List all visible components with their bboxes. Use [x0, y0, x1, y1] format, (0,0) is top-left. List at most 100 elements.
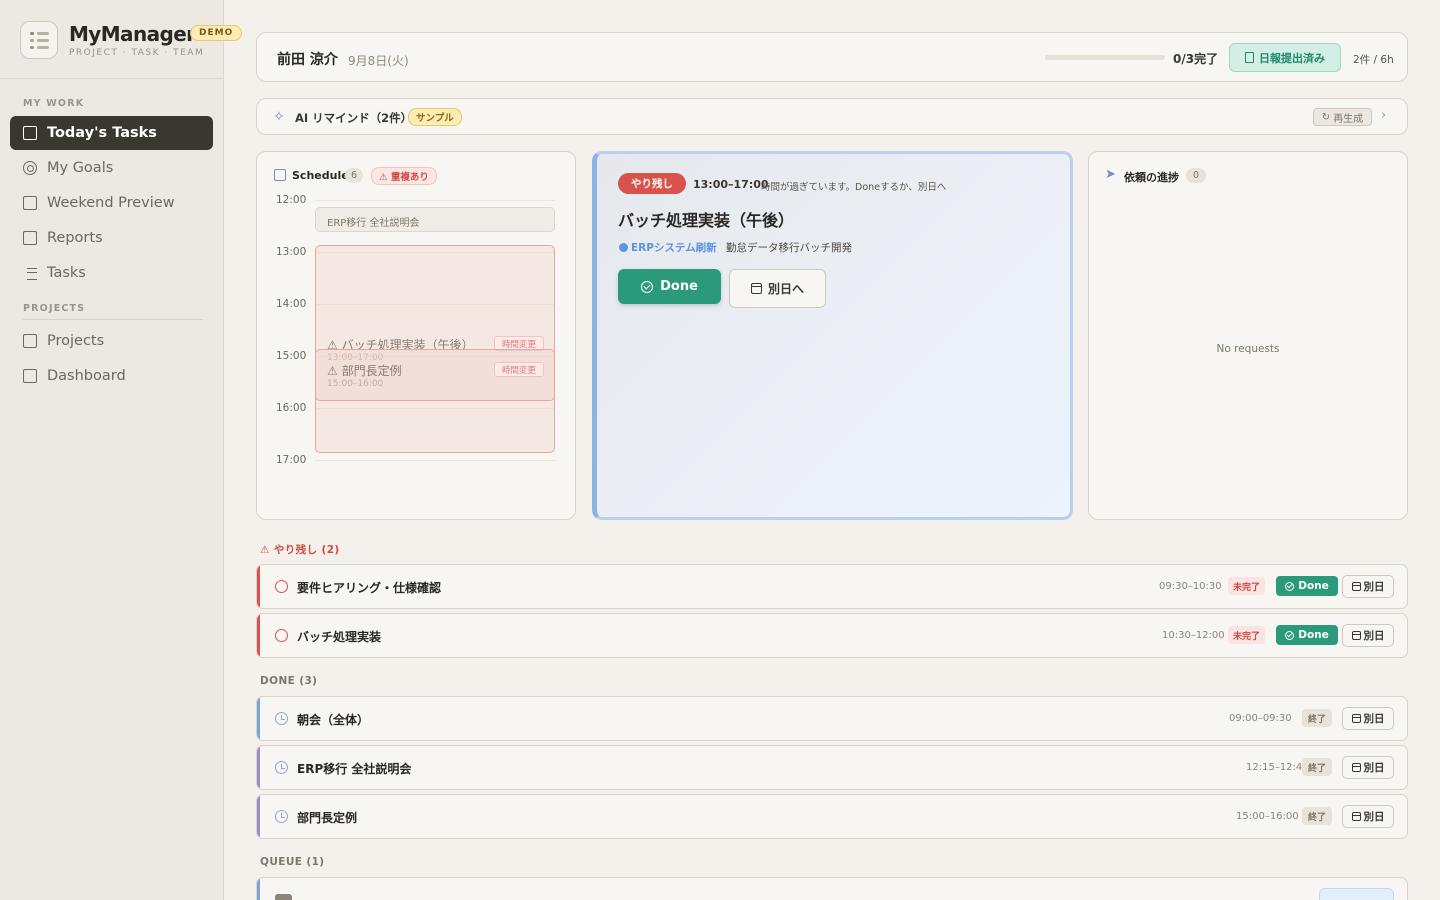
task-title: 部門長定例	[297, 811, 358, 825]
task-row[interactable]: 朝会（全体） 09:00–09:30 終了 別日	[256, 696, 1408, 741]
task-row[interactable]: ERP移行 全社説明会 12:15–12:45 終了 別日	[256, 745, 1408, 790]
task-row[interactable]: 部門長定例 15:00–16:00 終了 別日	[256, 794, 1408, 839]
regenerate-button[interactable]: ↻ 再生成	[1313, 108, 1372, 126]
task-title: バッチ処理実装	[297, 630, 382, 644]
sidebar-item-tasks[interactable]: Tasks	[10, 256, 213, 290]
send-icon: ➤	[1105, 167, 1116, 182]
task-row[interactable]: 要件ヒアリング・仕様確認 09:30–10:30 未完了 Done 別日	[256, 564, 1408, 609]
document-icon	[23, 126, 37, 140]
event-time: 15:00–16:00	[327, 379, 384, 389]
row-accent	[257, 614, 260, 657]
postpone-label: 別日	[1363, 762, 1385, 774]
postpone-button[interactable]: 別日	[1342, 756, 1394, 779]
calendar-icon	[1351, 582, 1361, 591]
app-logo-icon[interactable]	[20, 21, 58, 59]
clock-icon	[275, 761, 288, 774]
status-badge: 未完了	[1228, 626, 1265, 644]
sidebar-item-weekend-preview[interactable]: Weekend Preview	[10, 186, 213, 220]
check-circle-icon	[641, 280, 654, 293]
calendar-icon	[1351, 812, 1361, 821]
postpone-label: 別日	[1363, 630, 1385, 642]
status-badge: 未完了	[1228, 577, 1265, 595]
nav-section-my-work: MY WORK	[23, 98, 85, 109]
section-queue: QUEUE (1)	[260, 856, 325, 868]
done-button[interactable]: Done	[618, 269, 721, 304]
sample-badge: サンプル	[408, 108, 462, 126]
schedule-title: Schedule	[292, 169, 349, 182]
hour-gridline	[315, 460, 555, 461]
current-date: 9月8日(火)	[348, 54, 409, 68]
row-accent	[257, 697, 260, 740]
sidebar-item-reports[interactable]: Reports	[10, 221, 213, 255]
open-circle-icon[interactable]	[275, 629, 288, 642]
project-link[interactable]: ERPシステム刷新	[631, 240, 717, 255]
progress-bar	[1045, 55, 1165, 60]
hour-label: 16:00	[276, 402, 307, 414]
event-name: 部門長定例	[341, 364, 402, 378]
drag-handle-icon[interactable]	[275, 894, 292, 900]
task-row[interactable]: バッチ処理実装 10:30–12:00 未完了 Done 別日	[256, 613, 1408, 658]
overlap-badge: ⚠ 重複あり	[371, 167, 437, 185]
task-time: 10:30–12:00	[1162, 630, 1225, 641]
done-label: Done	[1298, 629, 1329, 641]
calendar-icon	[750, 283, 762, 294]
task-time: 12:15–12:45	[1246, 762, 1309, 773]
hour-label: 12:00	[276, 194, 307, 206]
folder-icon	[23, 334, 37, 348]
postpone-button[interactable]: 別日	[1342, 575, 1394, 598]
sidebar-item-label: Weekend Preview	[47, 195, 175, 211]
done-button[interactable]: Done	[1276, 625, 1338, 645]
row-accent	[257, 565, 260, 608]
status-badge: 終了	[1302, 807, 1332, 825]
task-time: 09:30–10:30	[1159, 581, 1222, 592]
grid-icon	[23, 369, 37, 383]
document-icon	[1245, 52, 1254, 63]
sparkle-icon: ✧	[273, 109, 285, 125]
open-circle-icon[interactable]	[275, 580, 288, 593]
section-leftover: ⚠ やり残し (2)	[260, 542, 340, 557]
overdue-note: 時間が過ぎています。Doneするか、別日へ	[761, 182, 947, 193]
sidebar-item-label: Reports	[47, 230, 103, 246]
hour-label: 14:00	[276, 298, 307, 310]
sidebar-item-dashboard[interactable]: Dashboard	[10, 359, 213, 393]
daily-report-label: 日報提出済み	[1259, 51, 1325, 65]
schedule-event[interactable]: ERP移行 全社説明会	[315, 207, 555, 232]
schedule-event[interactable]: ⚠ 部門長定例 15:00–16:00 時間変更	[315, 349, 555, 401]
row-accent	[257, 795, 260, 838]
hour-label: 13:00	[276, 246, 307, 258]
calendar-icon	[23, 196, 37, 210]
chevron-right-icon[interactable]: ›	[1381, 108, 1386, 123]
task-subtitle: 勤怠データ移行バッチ開発	[726, 242, 852, 254]
hours-summary: 2件 / 6h	[1353, 54, 1394, 66]
postpone-button[interactable]: 別日	[1342, 805, 1394, 828]
done-label: Done	[660, 279, 698, 294]
sidebar-item-label: Today's Tasks	[47, 125, 157, 141]
day-header: 前田 涼介 9月8日(火) 0/3完了 日報提出済み 2件 / 6h	[256, 32, 1408, 82]
calendar-icon	[1351, 763, 1361, 772]
ai-remind-bar[interactable]: ✧ AI リマインド（2件） サンプル ↻ 再生成 ›	[256, 98, 1408, 135]
requests-panel: ➤ 依頼の進捗 0 No requests	[1088, 151, 1408, 520]
sidebar-item-projects[interactable]: Projects	[10, 324, 213, 358]
done-button[interactable]: Done	[1276, 576, 1338, 596]
schedule-panel: Schedule 6 ⚠ 重複あり 12:00 13:00 14:00 15:0…	[256, 151, 576, 520]
time-change-tag: 時間変更	[494, 362, 544, 377]
done-label: Done	[1298, 580, 1329, 592]
calendar-icon	[274, 169, 286, 181]
status-badge: 終了	[1302, 758, 1332, 776]
postpone-button[interactable]: 別日	[1342, 707, 1394, 730]
requests-title: 依頼の進捗	[1124, 171, 1179, 184]
sidebar-item-my-goals[interactable]: My Goals	[10, 151, 213, 185]
start-button[interactable]	[1319, 888, 1394, 900]
task-time: 15:00–16:00	[1236, 811, 1299, 822]
empty-state: No requests	[1216, 343, 1280, 355]
row-accent	[257, 878, 260, 900]
postpone-button[interactable]: 別日	[1342, 624, 1394, 647]
task-row[interactable]	[256, 877, 1408, 900]
task-title: ERP移行 全社説明会	[297, 762, 412, 776]
daily-report-button[interactable]: 日報提出済み	[1229, 43, 1341, 72]
sidebar-item-todays-tasks[interactable]: Today's Tasks	[10, 116, 213, 150]
section-label: やり残し (2)	[273, 544, 340, 556]
postpone-button[interactable]: 別日へ	[729, 269, 826, 308]
calendar-icon	[1351, 631, 1361, 640]
task-title: 要件ヒアリング・仕様確認	[297, 581, 442, 595]
